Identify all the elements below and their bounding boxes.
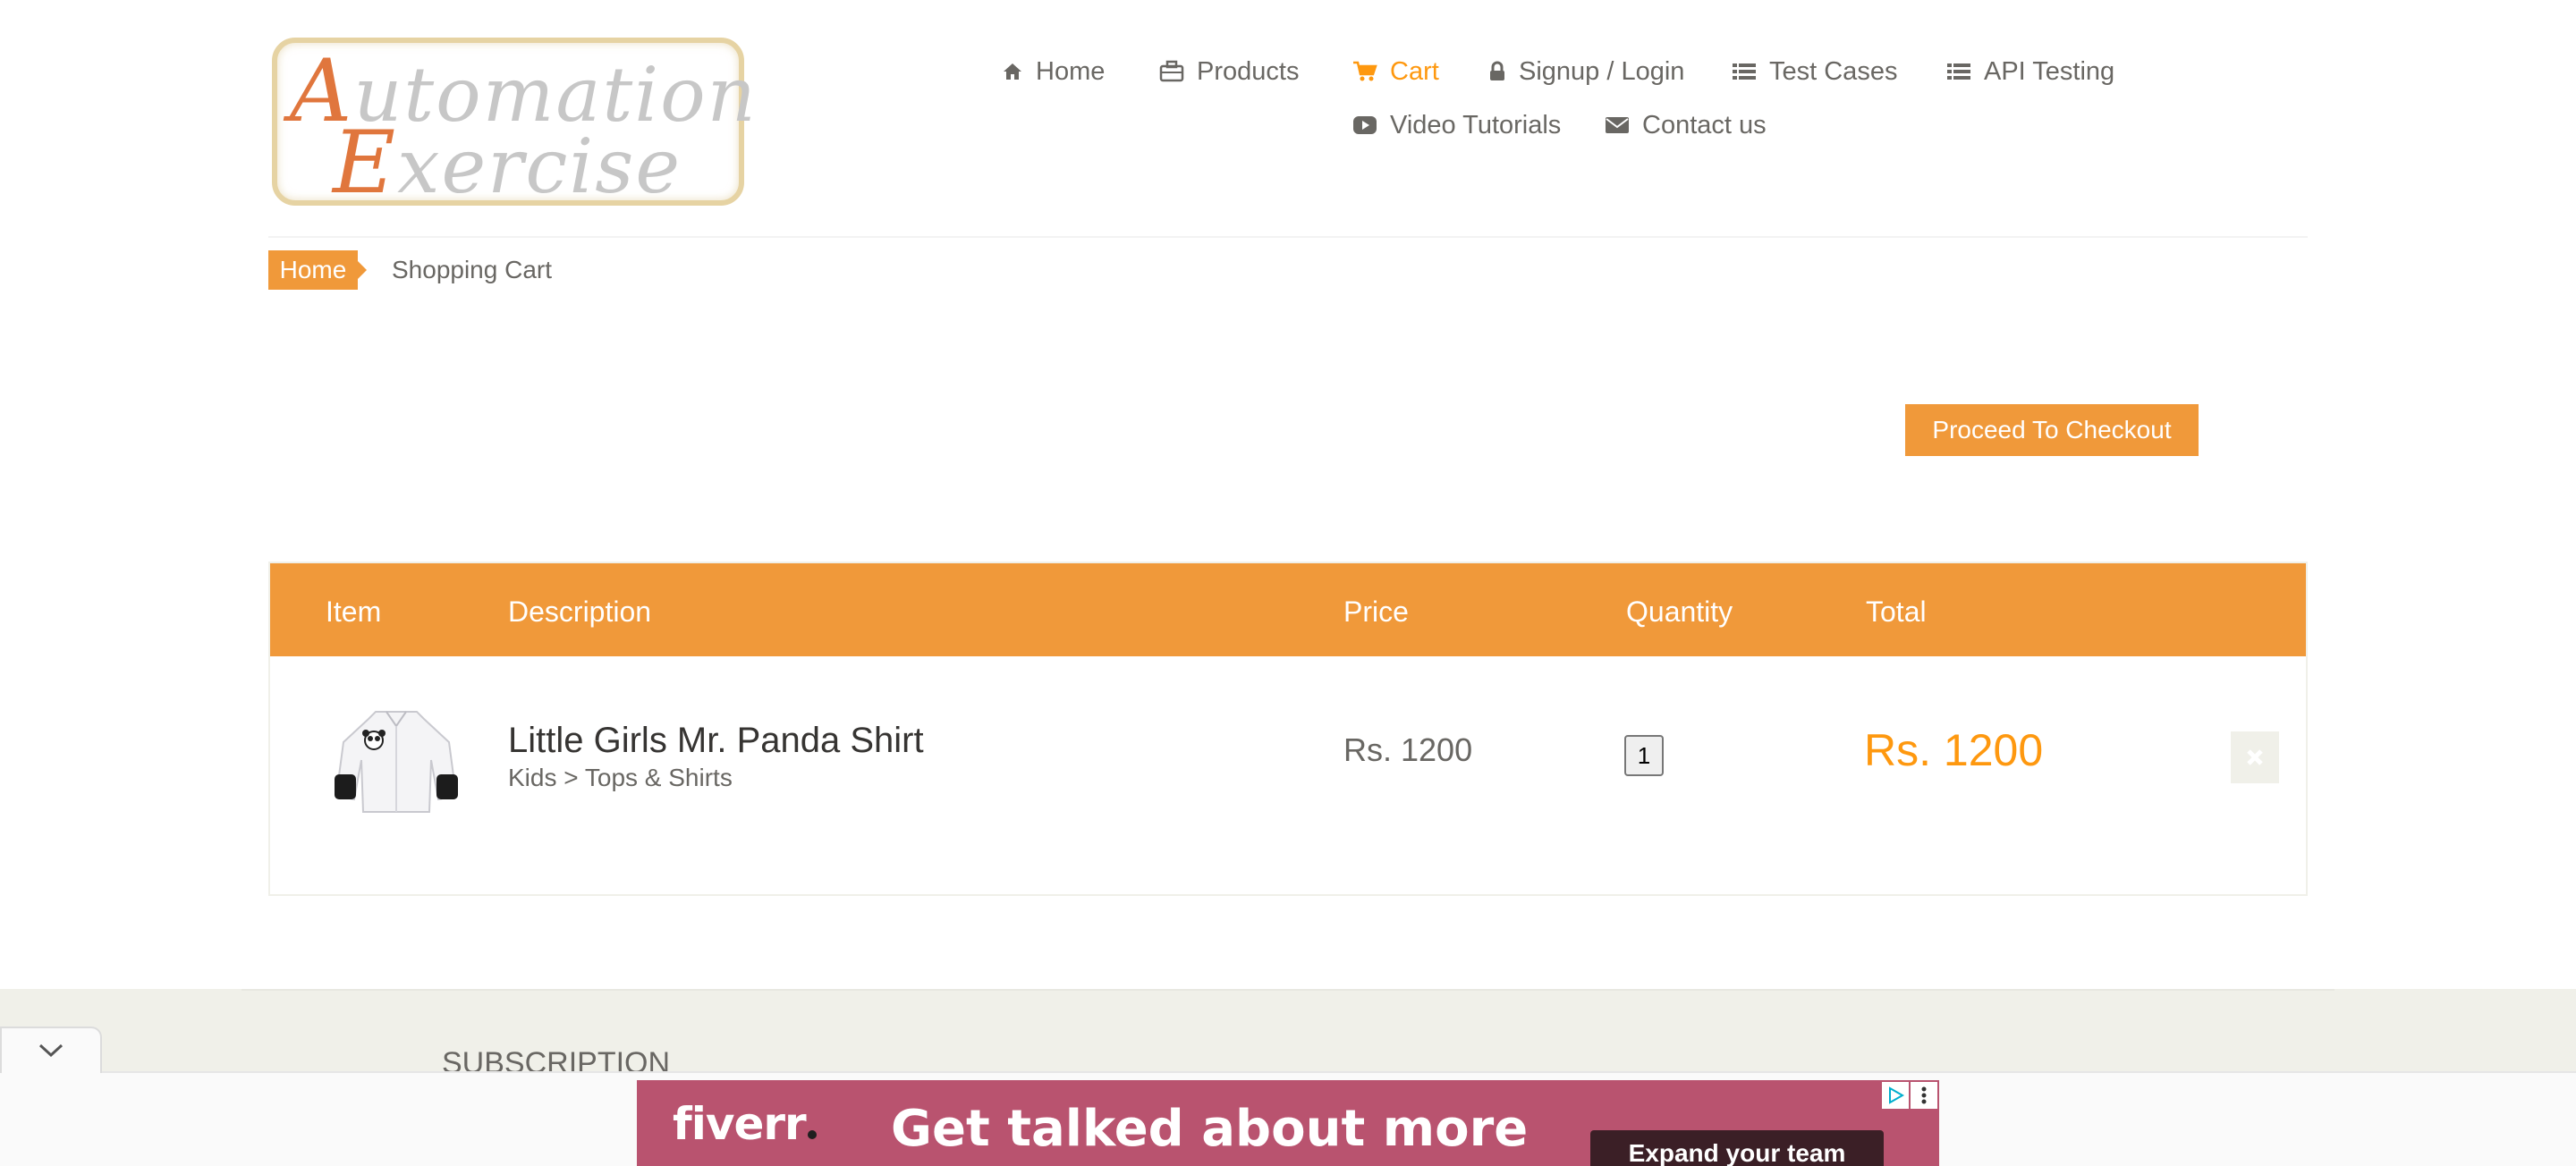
- delete-item-button[interactable]: [2231, 731, 2279, 783]
- cart-table-header: Item Description Price Quantity Total: [270, 563, 2306, 656]
- product-name-link[interactable]: Little Girls Mr. Panda Shirt: [508, 721, 924, 761]
- proceed-to-checkout-button[interactable]: Proceed To Checkout: [1905, 404, 2199, 456]
- nav-cart-label: Cart: [1390, 56, 1439, 86]
- envelope-icon: [1606, 117, 1629, 133]
- breadcrumb-home[interactable]: Home: [268, 250, 358, 290]
- nav-video-tutorials-label: Video Tutorials: [1390, 110, 1562, 139]
- adchoices-icon[interactable]: [1882, 1082, 1909, 1109]
- nav-products-label: Products: [1197, 56, 1300, 86]
- product-total: Rs. 1200: [1864, 725, 2044, 775]
- nav-contact-us[interactable]: Contact us: [1605, 107, 1767, 143]
- header-price: Price: [1343, 596, 1409, 628]
- header-quantity: Quantity: [1626, 596, 1733, 628]
- cart-icon: [1353, 61, 1377, 81]
- nav-signup-login-label: Signup / Login: [1519, 56, 1685, 86]
- home-icon: [1004, 63, 1021, 80]
- site-logo[interactable]: Automation Exercise: [272, 38, 756, 213]
- briefcase-icon: [1159, 60, 1184, 82]
- product-image[interactable]: [324, 706, 469, 815]
- nav-test-cases-label: Test Cases: [1769, 56, 1898, 86]
- nav-api-testing[interactable]: API Testing: [1946, 54, 2114, 89]
- nav-home-label: Home: [1036, 56, 1106, 86]
- chevron-down-icon: [38, 1043, 64, 1058]
- product-price: Rs. 1200: [1343, 731, 1473, 768]
- nav-api-testing-label: API Testing: [1984, 56, 2115, 86]
- nav-signup-login[interactable]: Signup / Login: [1488, 54, 1684, 89]
- youtube-play-icon: [1353, 116, 1377, 134]
- ad-collapse-button[interactable]: [0, 1027, 102, 1073]
- ad-banner[interactable]: fiverr Get talked about more Expand your…: [637, 1080, 1939, 1166]
- breadcrumb-arrow: [358, 261, 367, 279]
- nav-video-tutorials[interactable]: Video Tutorials: [1352, 107, 1561, 143]
- ad-cta-button[interactable]: Expand your team: [1590, 1130, 1884, 1166]
- breadcrumb-current: Shopping Cart: [392, 256, 553, 283]
- nav-cart[interactable]: Cart: [1352, 54, 1439, 89]
- ad-choices[interactable]: [1882, 1082, 1937, 1109]
- logo-line-2: Exercise: [333, 113, 682, 213]
- more-options-icon[interactable]: [1911, 1082, 1937, 1109]
- header-divider: [268, 236, 2308, 238]
- footer-divider: [242, 989, 2334, 991]
- list-icon: [1733, 63, 1756, 80]
- header-total: Total: [1866, 596, 1927, 628]
- close-icon: [2247, 749, 2263, 765]
- product-category: Kids > Tops & Shirts: [508, 764, 733, 791]
- lock-icon: [1490, 61, 1504, 80]
- header-item: Item: [326, 596, 382, 628]
- header-description: Description: [508, 596, 652, 628]
- ad-headline: Get talked about more: [891, 1100, 1529, 1158]
- nav-test-cases[interactable]: Test Cases: [1732, 54, 1897, 89]
- nav-home[interactable]: Home: [1002, 54, 1105, 89]
- quantity-button[interactable]: 1: [1624, 735, 1664, 776]
- ad-brand-logo: fiverr: [673, 1098, 817, 1150]
- nav-contact-us-label: Contact us: [1642, 110, 1767, 139]
- cart-table: Item Description Price Quantity Total Li…: [268, 562, 2308, 896]
- logo-line-2-rest: xercise: [397, 123, 682, 210]
- list-icon: [1947, 63, 1970, 80]
- nav-products[interactable]: Products: [1159, 54, 1299, 89]
